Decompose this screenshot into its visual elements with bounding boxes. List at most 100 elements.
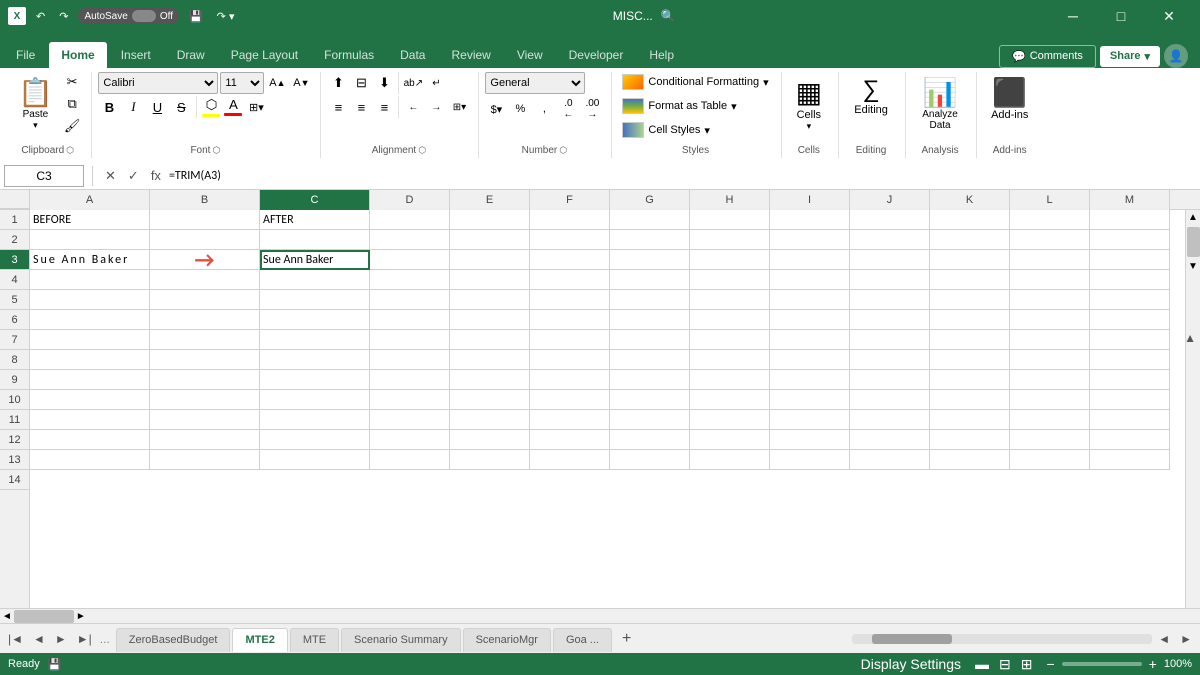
scroll-thumb-horizontal[interactable] (14, 610, 74, 623)
sheet-next-button[interactable]: ► (51, 630, 71, 648)
font-name-select[interactable]: Calibri (98, 72, 218, 94)
cell-B4[interactable] (150, 270, 260, 290)
cell-E3[interactable] (450, 250, 530, 270)
confirm-formula-button[interactable]: ✓ (124, 166, 143, 186)
align-center-button[interactable]: ≡ (350, 96, 372, 118)
font-color-button[interactable]: A (223, 96, 243, 118)
row-header-8[interactable]: 8 (0, 350, 29, 370)
font-size-select[interactable]: 11 (220, 72, 264, 94)
row-header-7[interactable]: 7 (0, 330, 29, 350)
tab-draw[interactable]: Draw (165, 42, 217, 68)
merge-center-button[interactable]: ⊞▾ (448, 96, 470, 118)
row-header-12[interactable]: 12 (0, 430, 29, 450)
editing-button[interactable]: ∑ Editing (845, 72, 897, 120)
cell-L2[interactable] (1010, 230, 1090, 250)
redo-button[interactable]: ↷ (55, 8, 72, 25)
save-button[interactable]: 💾 (185, 8, 207, 25)
row-header-2[interactable]: 2 (0, 230, 29, 250)
conditional-formatting-button[interactable]: Conditional Formatting ▾ (618, 72, 772, 92)
zoom-in-button[interactable]: + (1146, 655, 1160, 673)
align-top-button[interactable]: ⬆ (327, 72, 349, 94)
format-as-table-button[interactable]: Format as Table ▾ (618, 96, 772, 116)
decrease-decimal-button[interactable]: .00→ (581, 98, 603, 120)
analyze-data-button[interactable]: 📊 AnalyzeData (912, 72, 968, 135)
ribbon-collapse-button[interactable]: ▲ (1184, 4, 1196, 671)
cell-E2[interactable] (450, 230, 530, 250)
cell-D2[interactable] (370, 230, 450, 250)
cell-B1[interactable] (150, 210, 260, 230)
sheet-tab-mte[interactable]: MTE (290, 628, 339, 652)
cell-reference-input[interactable] (4, 165, 84, 187)
paste-button[interactable]: 📋 Paste ▾ (12, 72, 59, 136)
cell-K1[interactable] (930, 210, 1010, 230)
clipboard-expand[interactable]: ⬡ (66, 145, 74, 156)
undo-dropdown[interactable]: ↷ ▾ (213, 8, 239, 25)
col-header-H[interactable]: H (690, 190, 770, 210)
zoom-out-button[interactable]: − (1043, 655, 1057, 673)
cell-A3[interactable]: Sue Ann Baker (30, 250, 150, 270)
cell-A1[interactable]: BEFORE (30, 210, 150, 230)
sheet-tab-scenario-summary[interactable]: Scenario Summary (341, 628, 461, 652)
sheet-last-button[interactable]: ►| (73, 630, 96, 648)
add-sheet-button[interactable]: + (614, 626, 639, 652)
cell-C3[interactable]: Sue Ann Baker (260, 250, 370, 270)
cell-F3[interactable] (530, 250, 610, 270)
row-header-13[interactable]: 13 (0, 450, 29, 470)
copy-button[interactable]: ⧉ (61, 94, 84, 114)
cell-K3[interactable] (930, 250, 1010, 270)
col-header-J[interactable]: J (850, 190, 930, 210)
tab-formulas[interactable]: Formulas (312, 42, 386, 68)
tab-data[interactable]: Data (388, 42, 437, 68)
cell-M2[interactable] (1090, 230, 1170, 250)
decrease-font-button[interactable]: A▼ (290, 72, 312, 94)
cell-F1[interactable] (530, 210, 610, 230)
search-icon[interactable]: 🔍 (661, 9, 676, 23)
col-header-E[interactable]: E (450, 190, 530, 210)
cell-C1[interactable]: AFTER (260, 210, 370, 230)
cell-B2[interactable] (150, 230, 260, 250)
row-header-6[interactable]: 6 (0, 310, 29, 330)
tab-page-layout[interactable]: Page Layout (219, 42, 310, 68)
share-button[interactable]: Share ▾ (1100, 46, 1160, 67)
cell-J2[interactable] (850, 230, 930, 250)
italic-button[interactable]: I (122, 96, 144, 118)
tab-developer[interactable]: Developer (557, 42, 636, 68)
col-header-B[interactable]: B (150, 190, 260, 210)
sheet-tab-mte2[interactable]: MTE2 (232, 628, 287, 652)
normal-view-button[interactable]: ▬ (972, 655, 992, 674)
number-format-select[interactable]: General (485, 72, 585, 94)
cells-button[interactable]: ▦ Cells ▾ (788, 72, 830, 136)
tab-home[interactable]: Home (49, 42, 106, 68)
font-expand[interactable]: ⬡ (212, 145, 220, 156)
cell-K2[interactable] (930, 230, 1010, 250)
cell-I3[interactable] (770, 250, 850, 270)
row-header-4[interactable]: 4 (0, 270, 29, 290)
cell-G1[interactable] (610, 210, 690, 230)
cell-A4[interactable] (30, 270, 150, 290)
autosave-toggle[interactable]: AutoSave Off (78, 8, 179, 24)
cell-C2[interactable] (260, 230, 370, 250)
add-ins-button[interactable]: ⬛ Add-ins (983, 72, 1036, 125)
increase-indent-button[interactable]: → (425, 96, 447, 118)
col-header-C[interactable]: C (260, 190, 370, 210)
row-header-1[interactable]: 1 (0, 210, 29, 230)
fill-color-button[interactable]: ⬡ (201, 96, 221, 118)
bold-button[interactable]: B (98, 96, 120, 118)
cell-F2[interactable] (530, 230, 610, 250)
comments-button[interactable]: 💬 Comments (999, 45, 1096, 68)
wrap-text-button[interactable]: ↵ (425, 72, 447, 94)
cancel-formula-button[interactable]: ✕ (101, 166, 120, 186)
row-header-9[interactable]: 9 (0, 370, 29, 390)
percent-button[interactable]: % (509, 98, 531, 120)
sheet-scroll-thumb[interactable] (872, 634, 952, 644)
col-header-G[interactable]: G (610, 190, 690, 210)
sheet-prev-button[interactable]: ◄ (29, 630, 49, 648)
comma-button[interactable]: , (533, 98, 555, 120)
cell-styles-button[interactable]: Cell Styles ▾ (618, 120, 772, 140)
cell-H1[interactable] (690, 210, 770, 230)
sheet-tab-goa[interactable]: Goa ... (553, 628, 612, 652)
col-header-A[interactable]: A (30, 190, 150, 210)
restore-button[interactable]: □ (1098, 0, 1144, 32)
col-header-K[interactable]: K (930, 190, 1010, 210)
cell-D3[interactable] (370, 250, 450, 270)
